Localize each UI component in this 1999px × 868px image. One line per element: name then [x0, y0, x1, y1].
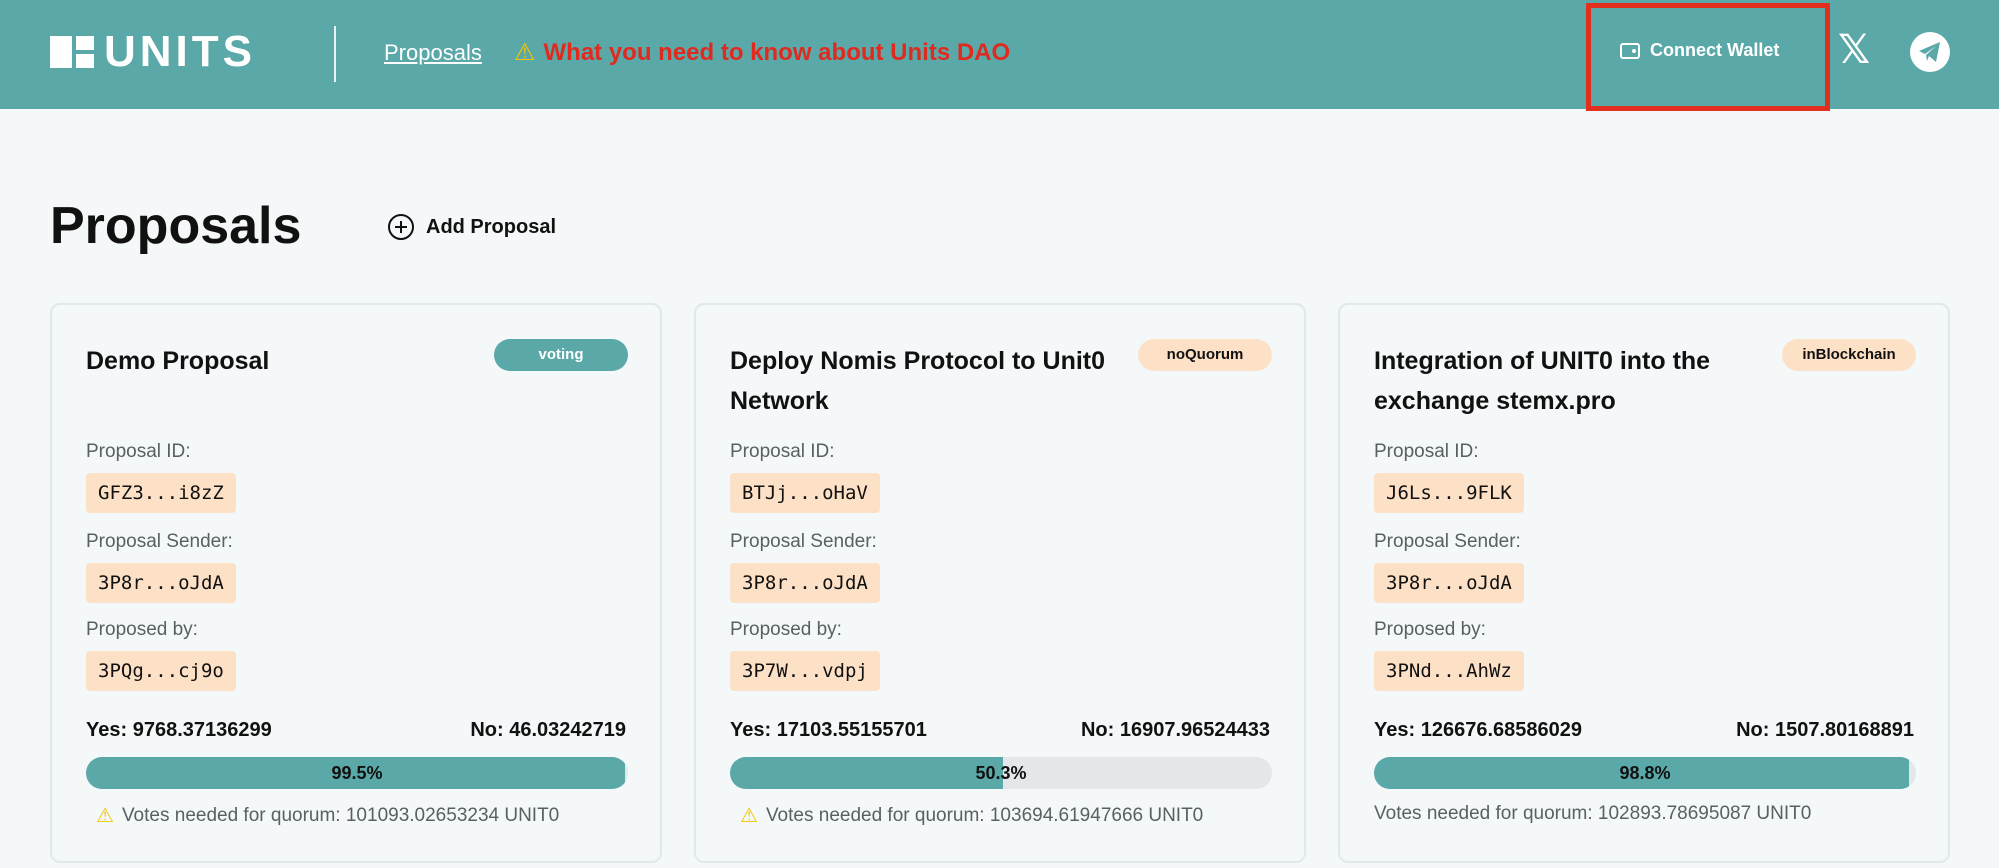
proposal-card[interactable]: Integration of UNIT0 into the exchange s… — [1338, 303, 1950, 863]
proposal-sender-value[interactable]: 3P8r...oJdA — [730, 563, 880, 603]
quorum-note: ⚠ Votes needed for quorum: 103694.619476… — [740, 803, 1203, 828]
proposal-sender-label: Proposal Sender: — [1374, 531, 1521, 552]
top-header: UNITS Proposals ⚠ What you need to know … — [0, 0, 1999, 111]
yes-votes: Yes: 9768.37136299 — [86, 719, 272, 741]
quorum-text: Votes needed for quorum: 102893.78695087… — [1374, 803, 1812, 824]
vote-percent: 98.8% — [1619, 763, 1671, 783]
proposal-title: Demo Proposal — [86, 347, 270, 375]
proposal-card[interactable]: Demo Proposal voting Proposal ID: GFZ3..… — [50, 303, 662, 863]
warning-icon: ⚠ — [96, 805, 114, 827]
x-icon[interactable]: 𝕏 — [1838, 30, 1878, 70]
header-divider — [334, 26, 336, 82]
connect-wallet-label: Connect Wallet — [1650, 40, 1780, 60]
plus-circle-icon — [388, 214, 414, 240]
status-badge: voting — [494, 339, 628, 371]
proposal-sender-label: Proposal Sender: — [730, 531, 877, 552]
vote-progress-bar: 50.3% — [730, 757, 1272, 789]
proposal-id-value[interactable]: BTJj...oHaV — [730, 473, 880, 513]
notice-text: What you need to know about Units DAO — [543, 39, 1011, 66]
vote-progress-bar: 98.8% — [1374, 757, 1916, 789]
proposal-id-label: Proposal ID: — [1374, 441, 1479, 462]
add-proposal-button[interactable]: Add Proposal — [388, 214, 556, 240]
proposed-by-label: Proposed by: — [1374, 619, 1486, 640]
logo-mark-icon — [50, 36, 94, 68]
status-badge: noQuorum — [1138, 339, 1272, 371]
yes-votes: Yes: 126676.68586029 — [1374, 719, 1582, 741]
proposal-title: Integration of UNIT0 into the exchange s… — [1374, 347, 1711, 415]
no-votes: No: 46.03242719 — [470, 719, 626, 741]
warning-icon: ⚠ — [740, 805, 758, 827]
vote-progress-bar: 99.5% — [86, 757, 628, 789]
proposed-by-value[interactable]: 3PNd...AhWz — [1374, 651, 1524, 691]
telegram-icon[interactable] — [1910, 32, 1950, 72]
warning-icon: ⚠ — [514, 39, 536, 66]
no-votes: No: 1507.80168891 — [1736, 719, 1914, 741]
proposal-card[interactable]: Deploy Nomis Protocol to Unit0 Network n… — [694, 303, 1306, 863]
proposal-sender-value[interactable]: 3P8r...oJdA — [1374, 563, 1524, 603]
proposal-id-value[interactable]: J6Ls...9FLK — [1374, 473, 1524, 513]
nav-proposals-link[interactable]: Proposals — [384, 40, 482, 66]
quorum-text: Votes needed for quorum: 103694.61947666… — [765, 804, 1204, 826]
logo-text: UNITS — [104, 27, 256, 76]
connect-wallet-button[interactable]: Connect Wallet — [1620, 40, 1779, 61]
proposal-sender-value[interactable]: 3P8r...oJdA — [86, 563, 236, 603]
wallet-icon — [1620, 42, 1640, 59]
proposal-sender-label: Proposal Sender: — [86, 531, 233, 552]
quorum-note: Votes needed for quorum: 102893.78695087… — [1374, 803, 1811, 825]
proposal-id-value[interactable]: GFZ3...i8zZ — [86, 473, 236, 513]
proposed-by-label: Proposed by: — [730, 619, 842, 640]
status-badge: inBlockchain — [1782, 339, 1916, 371]
proposal-id-label: Proposal ID: — [730, 441, 835, 462]
no-votes: No: 16907.96524433 — [1080, 719, 1270, 741]
quorum-text: Votes needed for quorum: 101093.02653234… — [121, 804, 560, 826]
page-title: Proposals — [50, 197, 302, 255]
proposed-by-value[interactable]: 3PQg...cj9o — [86, 651, 236, 691]
quorum-note: ⚠ Votes needed for quorum: 101093.026532… — [96, 803, 559, 828]
yes-votes: Yes: 17103.55155701 — [730, 719, 927, 741]
vote-percent: 50.3% — [975, 763, 1027, 783]
proposed-by-value[interactable]: 3P7W...vdpj — [730, 651, 880, 691]
units-logo[interactable]: UNITS — [50, 27, 256, 76]
dao-notice-link[interactable]: ⚠ What you need to know about Units DAO — [514, 39, 1010, 67]
add-proposal-label: Add Proposal — [426, 215, 557, 238]
vote-percent: 99.5% — [331, 763, 383, 783]
proposal-title: Deploy Nomis Protocol to Unit0 Network — [730, 347, 1106, 415]
proposal-id-label: Proposal ID: — [86, 441, 191, 462]
proposed-by-label: Proposed by: — [86, 619, 198, 640]
